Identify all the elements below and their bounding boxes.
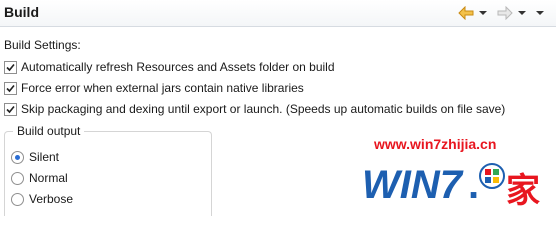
verbose-radio-row[interactable]: Verbose [11, 190, 73, 208]
svg-text:WIN7: WIN7 [362, 163, 464, 207]
forward-button[interactable] [497, 4, 513, 22]
checkmark-icon [6, 84, 15, 92]
silent-radio[interactable] [11, 150, 24, 164]
force-error-label: Force error when external jars contain n… [21, 81, 304, 95]
auto-refresh-checkbox-row[interactable]: Automatically refresh Resources and Asse… [4, 58, 335, 76]
build-output-group: Build output Silent Normal Verbose [4, 124, 212, 216]
page-title: Build [4, 4, 39, 20]
watermark-url: www.win7zhijia.cn [374, 136, 497, 152]
chevron-down-icon [536, 11, 544, 15]
back-button[interactable] [458, 4, 474, 22]
skip-packaging-label: Skip packaging and dexing until export o… [21, 102, 506, 116]
silent-radio-row[interactable]: Silent [11, 148, 59, 166]
skip-packaging-checkbox-row[interactable]: Skip packaging and dexing until export o… [4, 100, 505, 118]
chevron-down-icon [479, 11, 487, 15]
watermark: www.win7zhijia.cn WIN7 . 家 [360, 136, 556, 215]
normal-label: Normal [29, 171, 68, 185]
arrow-left-icon [458, 6, 474, 20]
svg-text:家: 家 [506, 171, 540, 211]
chevron-down-icon [518, 11, 526, 15]
skip-packaging-checkbox[interactable] [4, 102, 17, 116]
auto-refresh-label: Automatically refresh Resources and Asse… [21, 60, 335, 74]
checkmark-icon [6, 105, 15, 113]
checkmark-icon [6, 63, 15, 71]
verbose-radio[interactable] [11, 192, 24, 206]
build-settings-label: Build Settings: [4, 38, 81, 52]
svg-text:.: . [468, 163, 479, 207]
force-error-checkbox-row[interactable]: Force error when external jars contain n… [4, 79, 304, 97]
forward-dropdown-button[interactable] [518, 4, 526, 22]
force-error-checkbox[interactable] [4, 81, 17, 95]
auto-refresh-checkbox[interactable] [4, 60, 17, 74]
win7-logo: WIN7 . 家 [362, 163, 540, 211]
arrow-right-icon [497, 6, 513, 20]
page-header: Build [0, 0, 556, 27]
view-menu-button[interactable] [536, 4, 544, 22]
normal-radio-row[interactable]: Normal [11, 169, 68, 187]
build-output-label: Build output [13, 124, 85, 138]
silent-label: Silent [29, 150, 60, 164]
normal-radio[interactable] [11, 171, 24, 185]
verbose-label: Verbose [29, 192, 74, 206]
back-dropdown-button[interactable] [479, 4, 487, 22]
